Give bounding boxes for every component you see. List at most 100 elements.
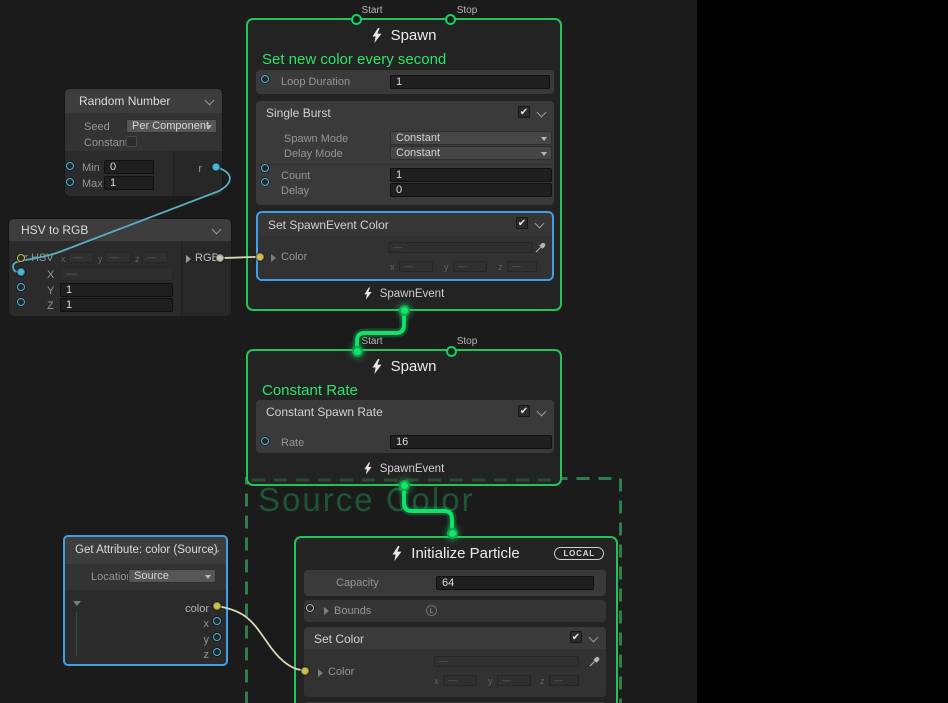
chevron-down-icon[interactable] — [212, 225, 222, 235]
port-spawn1-stop[interactable] — [445, 14, 456, 25]
node-subtitle[interactable]: Set new color every second — [262, 51, 446, 68]
port-set-color[interactable] — [301, 667, 309, 675]
edge-attribute-color-to-set-color[interactable] — [217, 606, 301, 670]
lightning-icon — [364, 462, 372, 475]
node-random-number[interactable]: Random Number Seed Per Component Constan… — [64, 88, 223, 196]
min-field[interactable]: 0 — [104, 160, 154, 174]
z-field[interactable]: — — [507, 261, 537, 272]
port-loop-duration[interactable] — [261, 75, 269, 83]
port-count[interactable] — [261, 164, 269, 172]
max-field[interactable]: 1 — [104, 176, 154, 190]
chevron-down-icon[interactable] — [537, 407, 547, 417]
eyedropper-icon[interactable] — [589, 655, 601, 667]
loop-duration-field[interactable]: 1 — [390, 75, 550, 89]
chevron-down-icon[interactable] — [589, 633, 599, 643]
group-title[interactable]: Source Color — [258, 481, 475, 519]
node-titlebar[interactable]: Get Attribute: color (Source) — [65, 537, 226, 564]
settings-section: Seed Per Component Constant — [65, 113, 222, 151]
port-spawn1-start[interactable] — [351, 14, 362, 25]
expander-icon[interactable] — [324, 607, 329, 615]
y-field[interactable]: — — [497, 675, 531, 686]
port-getattr-z-out[interactable] — [213, 648, 221, 656]
expander-icon[interactable] — [73, 601, 81, 606]
block-single-burst[interactable]: Single Burst Spawn Mode Constant Delay M… — [256, 101, 554, 205]
hsv-z-field[interactable]: — — [142, 252, 168, 263]
spawn-mode-dropdown[interactable]: Constant — [390, 131, 552, 145]
z-field[interactable]: — — [549, 675, 579, 686]
port-rate[interactable] — [261, 437, 269, 445]
port-min[interactable] — [66, 162, 74, 170]
port-delay[interactable] — [261, 178, 269, 186]
port-max[interactable] — [66, 178, 74, 186]
constant-checkbox[interactable] — [126, 136, 137, 147]
port-initialize-in[interactable] — [447, 528, 458, 539]
delay-mode-dropdown[interactable]: Constant — [390, 146, 552, 160]
node-get-attribute[interactable]: Get Attribute: color (Source) Location S… — [63, 535, 228, 666]
node-initialize-particle[interactable]: Initialize Particle LOCAL Capacity 64 Bo… — [294, 536, 618, 703]
hsv-x-field[interactable]: — — [68, 252, 94, 263]
chevron-down-icon[interactable] — [537, 108, 547, 118]
constant-spawn-rate-enabled-checkbox[interactable] — [518, 405, 530, 417]
node-titlebar[interactable]: Random Number — [65, 89, 222, 113]
location-dropdown[interactable]: Source — [128, 569, 216, 583]
port-bounds[interactable] — [306, 604, 314, 612]
port-random-r-out[interactable] — [212, 163, 220, 171]
port-hsv-x[interactable] — [17, 268, 25, 276]
spawnevent-output-label: SpawnEvent — [380, 463, 445, 475]
port-spawn2-start[interactable] — [352, 346, 363, 357]
spawn-mode-label: Spawn Mode — [284, 133, 348, 145]
port-spawnevent-color[interactable] — [256, 253, 264, 261]
hsv-y-field[interactable]: — — [105, 252, 131, 263]
color-swatch-field[interactable]: — — [388, 242, 533, 253]
expander-icon[interactable] — [271, 254, 276, 262]
node-titlebar[interactable]: HSV to RGB — [9, 219, 231, 241]
node-subtitle[interactable]: Constant Rate — [262, 382, 358, 399]
x-field[interactable]: — — [443, 675, 477, 686]
node-title-text: Get Attribute: color (Source) — [75, 544, 218, 556]
chevron-down-icon[interactable] — [205, 96, 215, 106]
delay-field[interactable]: 0 — [390, 183, 552, 197]
y-row-field[interactable]: 1 — [60, 283, 173, 297]
port-hsv-z[interactable] — [17, 298, 25, 306]
rate-field[interactable]: 16 — [390, 435, 552, 449]
port-getattr-color-out[interactable] — [213, 602, 221, 610]
block-bounds[interactable]: Bounds — [304, 600, 606, 622]
port-spawn2-stop[interactable] — [446, 346, 457, 357]
expander-icon[interactable] — [318, 669, 323, 677]
node-spawn-1[interactable]: Start Stop Spawn Set new color every sec… — [246, 18, 562, 311]
side-panel — [697, 0, 948, 703]
z-row-field[interactable]: 1 — [60, 298, 173, 312]
block-capacity[interactable]: Capacity 64 — [304, 570, 606, 596]
block-set-color[interactable]: Set Color Color — x — y — z — — [304, 627, 606, 697]
count-field[interactable]: 1 — [390, 168, 552, 182]
node-hsv-to-rgb[interactable]: HSV to RGB HSV x — y — z — X — Y 1 Z 1 R… — [8, 218, 232, 315]
port-rgb-out[interactable] — [216, 254, 224, 262]
color-swatch-field[interactable]: — — [434, 656, 579, 667]
capacity-field[interactable]: 64 — [436, 576, 594, 590]
port-hsv[interactable] — [17, 254, 25, 262]
port-getattr-y-out[interactable] — [213, 633, 221, 641]
set-color-enabled-checkbox[interactable] — [570, 631, 582, 643]
single-burst-enabled-checkbox[interactable] — [518, 106, 530, 118]
port-getattr-x-out[interactable] — [213, 617, 221, 625]
x-field[interactable]: — — [399, 261, 433, 272]
node-spawn-2[interactable]: Start Stop Spawn Constant Rate Constant … — [246, 349, 562, 486]
port-spawn2-spawnevent-out[interactable] — [399, 480, 410, 491]
x-label: x — [390, 262, 395, 272]
block-loop-duration[interactable]: Loop Duration 1 — [256, 70, 554, 94]
port-spawn1-spawnevent-out[interactable] — [399, 305, 410, 316]
vfx-graph-canvas[interactable]: Source Color Start Stop Spawn Set new co… — [0, 0, 948, 703]
x-row-field[interactable]: — — [60, 267, 173, 281]
y-field[interactable]: — — [453, 261, 487, 272]
block-set-spawnevent-color[interactable]: Set SpawnEvent Color Color — x — y — z — — [256, 211, 554, 281]
seed-dropdown[interactable]: Per Component — [126, 119, 217, 133]
port-hsv-y[interactable] — [17, 283, 25, 291]
expander-icon[interactable] — [186, 255, 191, 263]
lightning-icon — [372, 28, 382, 43]
chevron-down-icon[interactable] — [535, 219, 545, 229]
eyedropper-icon[interactable] — [535, 241, 547, 253]
loop-duration-label: Loop Duration — [281, 76, 350, 88]
block-constant-spawn-rate[interactable]: Constant Spawn Rate Rate 16 — [256, 400, 554, 453]
set-spawnevent-color-enabled-checkbox[interactable] — [516, 217, 528, 229]
divider — [259, 164, 551, 165]
